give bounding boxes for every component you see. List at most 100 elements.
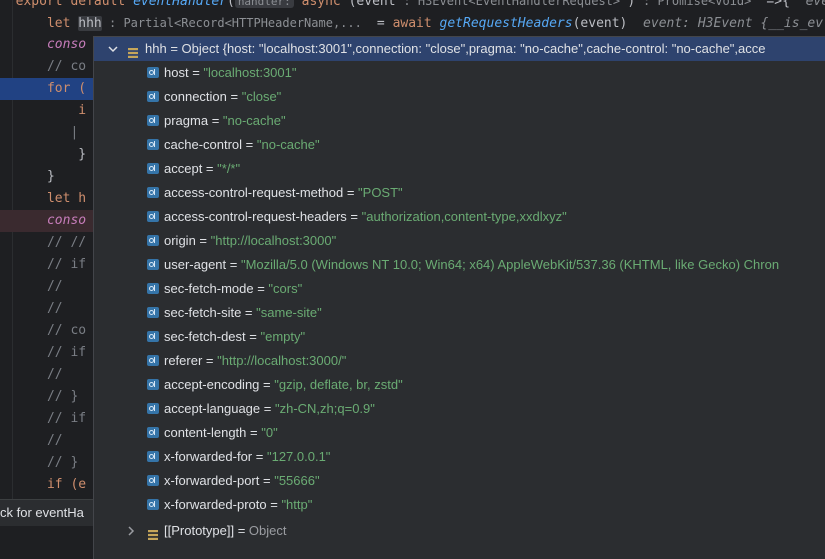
code-line: export default eventHandler(handler: asy… (0, 0, 825, 12)
field-name: sec-fetch-mode (164, 281, 254, 296)
code-token: i (15, 103, 87, 118)
tree-row-field[interactable]: accept-encoding = "gzip, deflate, br, zs… (94, 373, 825, 397)
field-name: user-agent (164, 257, 227, 272)
field-name: host (164, 65, 189, 80)
code-token: // if (15, 257, 87, 272)
tree-row-field[interactable]: x-forwarded-for = "127.0.0.1" (94, 445, 825, 469)
code-token: // // (15, 235, 87, 250)
code-token: async (293, 0, 349, 9)
field-value: "POST" (358, 185, 403, 200)
field-name: content-length (164, 425, 247, 440)
tree-row-field[interactable]: sec-fetch-site = "same-site" (94, 301, 825, 325)
field-value: "0" (261, 425, 278, 440)
chevron-right-icon[interactable] (125, 525, 137, 537)
code-token: | (15, 125, 79, 140)
object-icon (147, 525, 159, 540)
tree-row-field[interactable]: pragma = "no-cache" (94, 109, 825, 133)
tree-row-field[interactable]: host = "localhost:3001" (94, 61, 825, 85)
hover-tooltip: ck for eventHa (0, 499, 101, 526)
field-value: "http://localhost:3000" (210, 233, 337, 248)
tree-row-field[interactable]: sec-fetch-dest = "empty" (94, 325, 825, 349)
field-icon (147, 355, 159, 366)
field-icon (147, 163, 159, 174)
tree-row-field[interactable]: x-forwarded-proto = "http" (94, 493, 825, 517)
field-value: "localhost:3001" (203, 65, 297, 80)
tree-row-field[interactable]: origin = "http://localhost:3000" (94, 229, 825, 253)
tree-row-field[interactable]: sec-fetch-mode = "cors" (94, 277, 825, 301)
code-token: // } (15, 455, 79, 470)
code-token: conso (15, 37, 87, 52)
tree-row-field[interactable]: referer = "http://localhost:3000/" (94, 349, 825, 373)
field-name: access-control-request-headers (164, 209, 347, 224)
field-icon (147, 283, 159, 294)
field-name: accept-language (164, 401, 261, 416)
code-token: (event) (572, 16, 644, 31)
field-name: sec-fetch-site (164, 305, 242, 320)
field-value: "zh-CN,zh;q=0.9" (274, 401, 375, 416)
field-value: "no-cache" (256, 137, 320, 152)
code-token: =>{ (758, 0, 806, 9)
code-token: event: H3Event {__is_ev (643, 16, 824, 31)
field-icon (147, 331, 159, 342)
tree-row-field[interactable]: x-forwarded-port = "55666" (94, 469, 825, 493)
code-token: (event (348, 0, 404, 9)
field-icon (147, 139, 159, 150)
root-variable-name: hhh (145, 41, 167, 56)
field-value: "same-site" (256, 305, 322, 320)
code-token: : Partial<Record<HTTPHeaderName,... (101, 16, 370, 30)
field-value: "127.0.0.1" (266, 449, 331, 464)
field-value: "cors" (268, 281, 303, 296)
code-token: eventHandler (133, 0, 227, 9)
field-icon (147, 235, 159, 246)
object-icon (127, 43, 139, 58)
field-icon (147, 379, 159, 390)
field-value: "gzip, deflate, br, zstd" (274, 377, 403, 392)
field-name: accept-encoding (164, 377, 260, 392)
chevron-down-icon[interactable] (107, 43, 119, 55)
field-name: origin (164, 233, 196, 248)
tree-row-field[interactable]: content-length = "0" (94, 421, 825, 445)
debugger-value-popup[interactable]: hhh = Object {host: "localhost:3001",con… (93, 36, 825, 559)
code-token: } (15, 169, 55, 184)
field-value: "http://localhost:3000/" (217, 353, 347, 368)
code-token: // if (15, 411, 87, 426)
field-value: "authorization,content-type,xxdlxyz" (361, 209, 567, 224)
code-token: // (15, 433, 63, 448)
field-icon (147, 211, 159, 222)
tree-row-field[interactable]: access-control-request-method = "POST" (94, 181, 825, 205)
field-icon (147, 307, 159, 318)
field-icon (147, 451, 159, 462)
code-token: getRequestHeaders (439, 16, 573, 31)
field-icon (147, 499, 159, 510)
field-value: "empty" (260, 329, 306, 344)
field-name: referer (164, 353, 203, 368)
code-token: ( (226, 0, 235, 9)
tree-row-field[interactable]: cache-control = "no-cache" (94, 133, 825, 157)
prototype-label: [[Prototype]] (164, 523, 235, 538)
tree-row-field[interactable]: user-agent = "Mozilla/5.0 (Windows NT 10… (94, 253, 825, 277)
code-token: ) (627, 0, 644, 9)
code-token: let h (15, 191, 87, 206)
root-summary: Object {host: "localhost:3001",connectio… (181, 41, 766, 56)
field-name: pragma (164, 113, 209, 128)
code-token: event (805, 0, 825, 9)
tree-row-field[interactable]: accept-language = "zh-CN,zh;q=0.9" (94, 397, 825, 421)
field-value: "http" (281, 497, 313, 512)
field-name: x-forwarded-port (164, 473, 260, 488)
tree-row-field[interactable]: connection = "close" (94, 85, 825, 109)
tree-row-field[interactable]: access-control-request-headers = "author… (94, 205, 825, 229)
code-token: // } (15, 389, 79, 404)
prototype-value: Object (248, 523, 287, 538)
code-token: // co (15, 59, 87, 74)
tree-row-prototype[interactable]: [[Prototype]] = Object (94, 519, 825, 543)
field-icon (147, 403, 159, 414)
code-token: hhh (78, 16, 102, 31)
field-name: x-forwarded-proto (164, 497, 267, 512)
field-value: "55666" (274, 473, 320, 488)
code-token: export default (15, 0, 134, 9)
field-icon (147, 91, 159, 102)
code-token: = (369, 16, 393, 31)
field-name: access-control-request-method (164, 185, 344, 200)
tree-row-field[interactable]: accept = "*/*" (94, 157, 825, 181)
tree-row-root[interactable]: hhh = Object {host: "localhost:3001",con… (94, 37, 825, 61)
